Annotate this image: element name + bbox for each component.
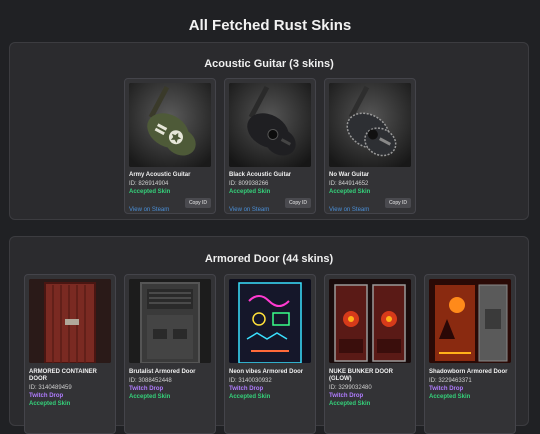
skin-thumbnail[interactable]: [329, 279, 411, 363]
skin-thumbnail[interactable]: [329, 83, 411, 167]
skin-id: ID: 826914904: [129, 181, 169, 187]
skin-thumbnail[interactable]: [429, 279, 511, 363]
skin-id: ID: 809938266: [229, 181, 269, 187]
skin-name: Neon vibes Armored Door: [229, 369, 304, 375]
skin-thumbnail[interactable]: [229, 279, 311, 363]
section-title: Armored Door (44 skins): [204, 253, 334, 265]
copy-id-button[interactable]: Copy ID: [184, 198, 211, 208]
skin-thumbnail[interactable]: [129, 279, 211, 363]
skin-card: Brutalist Armored Door ID: 3088452448 Tw…: [124, 274, 216, 434]
twitch-drop-badge: Twitch Drop: [429, 386, 464, 392]
section-armored-door: Armored Door (44 skins) ARMORED CONTAINE…: [9, 236, 529, 434]
skin-name: Brutalist Armored Door: [129, 369, 196, 375]
status-badge: Accepted Skin: [229, 394, 271, 400]
skin-thumbnail[interactable]: [229, 83, 311, 167]
status-badge: Accepted Skin: [129, 394, 171, 400]
status-badge: Accepted Skin: [329, 189, 371, 195]
skin-thumbnail[interactable]: [29, 279, 111, 363]
status-badge: Accepted Skin: [329, 401, 371, 407]
view-on-steam-link[interactable]: View on Steam: [329, 207, 369, 213]
status-badge: Accepted Skin: [29, 401, 71, 407]
skin-name: Black Acoustic Guitar: [229, 172, 292, 178]
skin-card: ARMORED CONTAINER DOOR ID: 3140489459 Tw…: [24, 274, 116, 434]
skin-card: NUKE BUNKER DOOR (GLOW) ID: 3299032480 T…: [324, 274, 416, 434]
twitch-drop-badge: Twitch Drop: [329, 393, 364, 399]
status-badge: Accepted Skin: [229, 189, 271, 195]
view-on-steam-link[interactable]: View on Steam: [129, 207, 169, 213]
skin-id: ID: 3229463371: [429, 378, 472, 384]
status-badge: Accepted Skin: [429, 394, 471, 400]
skin-id: ID: 844914652: [329, 181, 369, 187]
status-badge: Accepted Skin: [129, 189, 171, 195]
section-title: Acoustic Guitar (3 skins): [204, 58, 334, 70]
skin-card: Neon vibes Armored Door ID: 3140030932 T…: [224, 274, 316, 434]
skin-name: NUKE BUNKER DOOR (GLOW): [329, 369, 394, 382]
view-on-steam-link[interactable]: View on Steam: [229, 207, 269, 213]
skin-name: Shadowborn Armored Door: [429, 369, 508, 375]
twitch-drop-badge: Twitch Drop: [29, 393, 64, 399]
skin-id: ID: 3088452448: [129, 378, 172, 384]
skin-name: ARMORED CONTAINER DOOR: [29, 369, 97, 382]
skin-card: Black Acoustic Guitar ID: 809938266 Acce…: [224, 78, 316, 214]
section-acoustic-guitar: Acoustic Guitar (3 skins) Army Acoustic …: [9, 42, 529, 220]
twitch-drop-badge: Twitch Drop: [229, 386, 264, 392]
copy-id-button[interactable]: Copy ID: [384, 198, 411, 208]
skin-name: No War Guitar: [329, 172, 370, 178]
skin-id: ID: 3299032480: [329, 385, 372, 391]
skin-card: No War Guitar ID: 844914652 Accepted Ski…: [324, 78, 416, 214]
page-title: All Fetched Rust Skins: [188, 17, 352, 34]
twitch-drop-badge: Twitch Drop: [129, 386, 164, 392]
copy-id-button[interactable]: Copy ID: [284, 198, 311, 208]
skin-card: Shadowborn Armored Door ID: 3229463371 T…: [424, 274, 516, 434]
skin-id: ID: 3140030932: [229, 378, 272, 384]
skin-name: Army Acoustic Guitar: [129, 172, 191, 178]
skin-thumbnail[interactable]: [129, 83, 211, 167]
skin-card: Army Acoustic Guitar ID: 826914904 Accep…: [124, 78, 216, 214]
skin-id: ID: 3140489459: [29, 385, 72, 391]
